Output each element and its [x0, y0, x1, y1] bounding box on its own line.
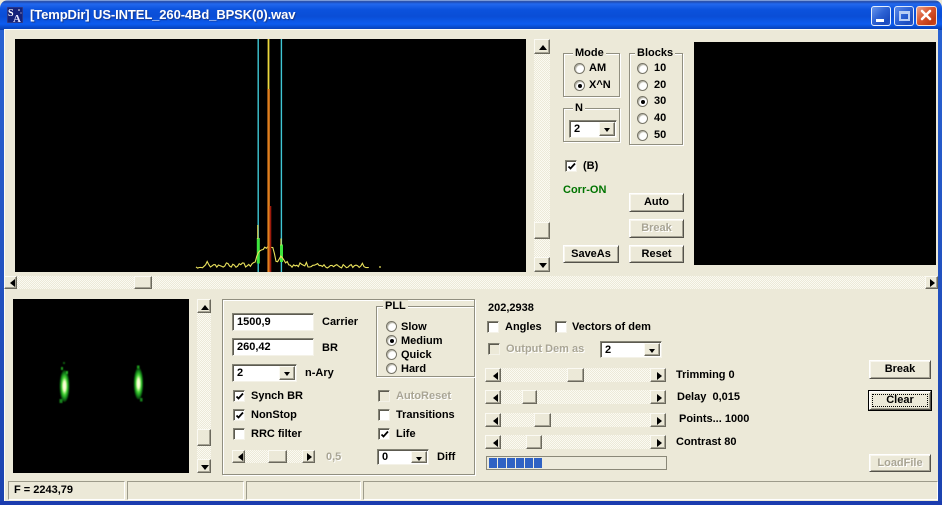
- svg-text:A: A: [13, 13, 21, 23]
